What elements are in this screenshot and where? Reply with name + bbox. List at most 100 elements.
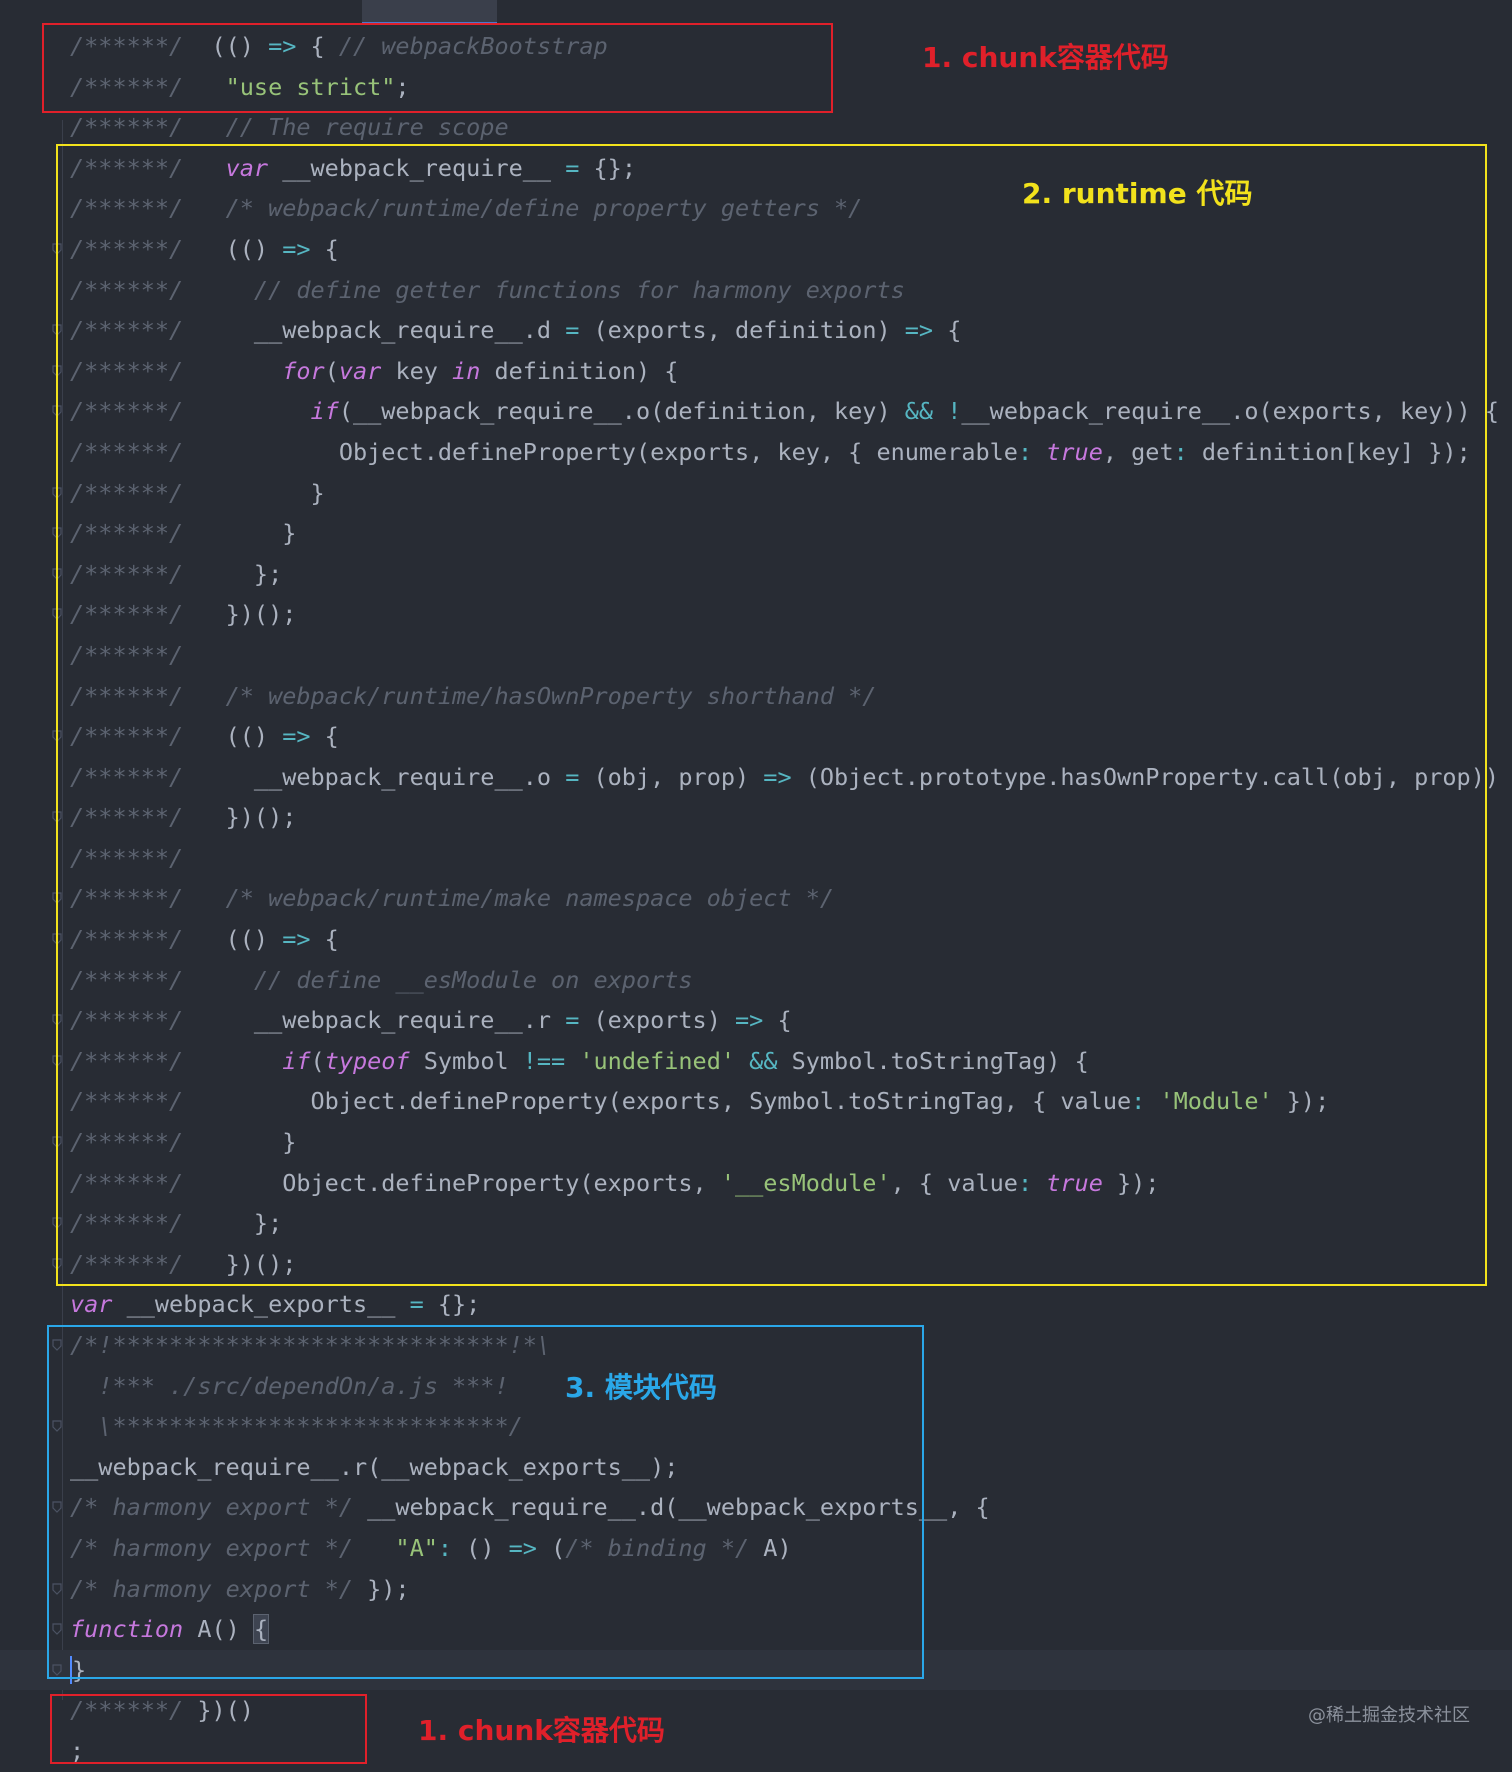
code-line[interactable]: /******/ // define getter functions for … xyxy=(0,270,1512,311)
code-line[interactable]: /******/ "use strict"; xyxy=(0,67,1512,108)
code-token: (() xyxy=(197,722,283,751)
code-line[interactable]: /******/ __webpack_require__.r = (export… xyxy=(0,1000,1512,1041)
code-line[interactable]: /******/ // The require scope xyxy=(0,107,1512,148)
code-line[interactable]: /******/ for(var key in definition) { xyxy=(0,351,1512,392)
code-line[interactable]: /*!****************************!*\ xyxy=(0,1325,1512,1366)
code-line[interactable]: /******/ if(typeof Symbol !== 'undefined… xyxy=(0,1041,1512,1082)
code-line[interactable]: var __webpack_exports__ = {}; xyxy=(0,1284,1512,1325)
fold-marker-icon[interactable] xyxy=(52,811,62,824)
code-token: if xyxy=(310,397,339,426)
line-prefix: /******/ xyxy=(70,681,198,710)
fold-marker-icon[interactable] xyxy=(52,1136,62,1148)
code-line[interactable]: /* harmony export */ }); xyxy=(0,1569,1512,1610)
fold-marker-icon[interactable] xyxy=(52,1055,62,1067)
code-line[interactable]: /******/ // define __esModule on exports xyxy=(0,960,1512,1001)
line-prefix: /******/ xyxy=(70,600,198,629)
code-line[interactable]: \****************************/ xyxy=(0,1406,1512,1447)
code-line[interactable]: /* harmony export */ "A": () => (/* bind… xyxy=(0,1528,1512,1569)
code-line[interactable]: /******/ } xyxy=(0,513,1512,554)
code-token: var xyxy=(70,1290,113,1319)
code-line[interactable]: /******/ } xyxy=(0,1122,1512,1163)
code-token: Symbol xyxy=(409,1046,523,1075)
fold-marker-icon[interactable] xyxy=(52,243,62,255)
fold-marker-icon[interactable] xyxy=(52,1420,62,1433)
code-token: } xyxy=(70,1655,87,1684)
line-prefix: /******/ xyxy=(70,803,198,832)
code-line[interactable]: /******/ Object.defineProperty(exports, … xyxy=(0,1081,1512,1122)
fold-marker-icon[interactable] xyxy=(52,527,62,539)
code-line[interactable]: /* harmony export */ __webpack_require__… xyxy=(0,1487,1512,1528)
code-token: })(); xyxy=(197,600,297,629)
code-line[interactable]: /******/ (() => { xyxy=(0,919,1512,960)
code-line[interactable]: /******/ } xyxy=(0,473,1512,514)
code-token: { xyxy=(763,1006,792,1035)
line-prefix: /******/ xyxy=(70,722,198,751)
code-line[interactable]: function A() { xyxy=(0,1609,1512,1650)
code-line[interactable]: /******/ Object.defineProperty(exports, … xyxy=(0,1163,1512,1204)
code-line[interactable]: /******/ (() => { xyxy=(0,716,1512,757)
code-line[interactable]: /******/ __webpack_require__.d = (export… xyxy=(0,310,1512,351)
line-prefix: /******/ xyxy=(70,1046,198,1075)
code-token: ! xyxy=(947,397,962,426)
code-editor[interactable]: /******/ (() => { // webpackBootstrap/**… xyxy=(0,26,1512,1772)
code-token: "A" xyxy=(395,1533,438,1562)
fold-marker-icon[interactable] xyxy=(52,1664,62,1676)
fold-marker-icon[interactable] xyxy=(52,324,62,337)
code-line[interactable]: /******/ __webpack_require__.o = (obj, p… xyxy=(0,757,1512,798)
code-line[interactable]: /******/ })(); xyxy=(0,797,1512,838)
fold-marker-icon[interactable] xyxy=(52,1623,62,1636)
code-token: /* harmony export */ xyxy=(70,1574,353,1603)
code-line[interactable]: /******/ })(); xyxy=(0,1244,1512,1285)
fold-marker-icon[interactable] xyxy=(52,730,62,742)
fold-marker-icon[interactable] xyxy=(52,486,62,499)
line-prefix: /******/ xyxy=(70,194,198,223)
code-line[interactable]: /******/ xyxy=(0,635,1512,676)
fold-marker-icon[interactable] xyxy=(52,892,62,905)
fold-marker-icon[interactable] xyxy=(52,1014,62,1027)
code-token: '__esModule' xyxy=(720,1168,891,1197)
code-line[interactable]: /******/ Object.defineProperty(exports, … xyxy=(0,432,1512,473)
code-line[interactable]: /******/ })() xyxy=(0,1690,1512,1731)
fold-marker-icon[interactable] xyxy=(52,405,62,418)
fold-marker-icon[interactable] xyxy=(52,1217,62,1230)
code-line[interactable]: /******/ var __webpack_require__ = {}; xyxy=(0,148,1512,189)
code-line[interactable]: ; xyxy=(0,1731,1512,1772)
fold-marker-icon[interactable] xyxy=(52,365,62,377)
code-token: __webpack_exports__ xyxy=(112,1290,410,1319)
code-line[interactable]: /******/ /* webpack/runtime/make namespa… xyxy=(0,878,1512,919)
code-token: }); xyxy=(352,1574,410,1603)
code-token: { xyxy=(296,32,339,60)
code-line[interactable]: /******/ }; xyxy=(0,1203,1512,1244)
code-token: "use strict" xyxy=(225,72,396,101)
editor-tab[interactable] xyxy=(362,0,497,24)
line-prefix: /******/ xyxy=(70,356,198,385)
fold-marker-icon[interactable] xyxy=(52,1258,62,1270)
fold-marker-icon[interactable] xyxy=(52,1339,62,1351)
code-line[interactable]: !*** ./src/dependOn/a.js ***! xyxy=(0,1366,1512,1407)
code-line[interactable]: } xyxy=(0,1649,1512,1691)
code-line[interactable]: /******/ (() => { xyxy=(0,229,1512,270)
code-line[interactable]: /******/ (() => { // webpackBootstrap xyxy=(0,26,1512,67)
code-token: __webpack_require__ xyxy=(268,153,566,182)
code-line[interactable]: /******/ xyxy=(0,838,1512,879)
fold-marker-icon[interactable] xyxy=(52,933,62,945)
code-token: {}; xyxy=(423,1290,481,1319)
code-token: A) xyxy=(749,1533,792,1562)
fold-marker-icon[interactable] xyxy=(52,1501,62,1514)
code-line[interactable]: __webpack_require__.r(__webpack_exports_… xyxy=(0,1447,1512,1488)
code-line[interactable]: /******/ })(); xyxy=(0,594,1512,635)
line-prefix: /******/ xyxy=(70,843,184,872)
code-line[interactable]: /******/ /* webpack/runtime/hasOwnProper… xyxy=(0,676,1512,717)
line-prefix: /******/ xyxy=(70,559,198,588)
code-token: } xyxy=(197,478,325,507)
fold-marker-icon[interactable] xyxy=(52,608,62,621)
code-token: => xyxy=(282,925,311,954)
line-prefix: /******/ xyxy=(70,1087,198,1116)
fold-marker-icon[interactable] xyxy=(52,568,62,580)
fold-marker-icon[interactable] xyxy=(52,1582,62,1595)
code-line[interactable]: /******/ /* webpack/runtime/define prope… xyxy=(0,188,1512,229)
code-line[interactable]: /******/ if(__webpack_require__.o(defini… xyxy=(0,391,1512,432)
code-line[interactable]: /******/ }; xyxy=(0,554,1512,595)
